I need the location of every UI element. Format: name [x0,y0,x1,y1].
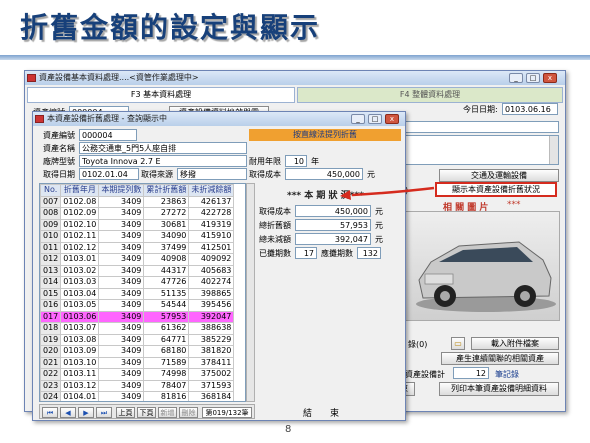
callout-arrow [340,186,435,200]
